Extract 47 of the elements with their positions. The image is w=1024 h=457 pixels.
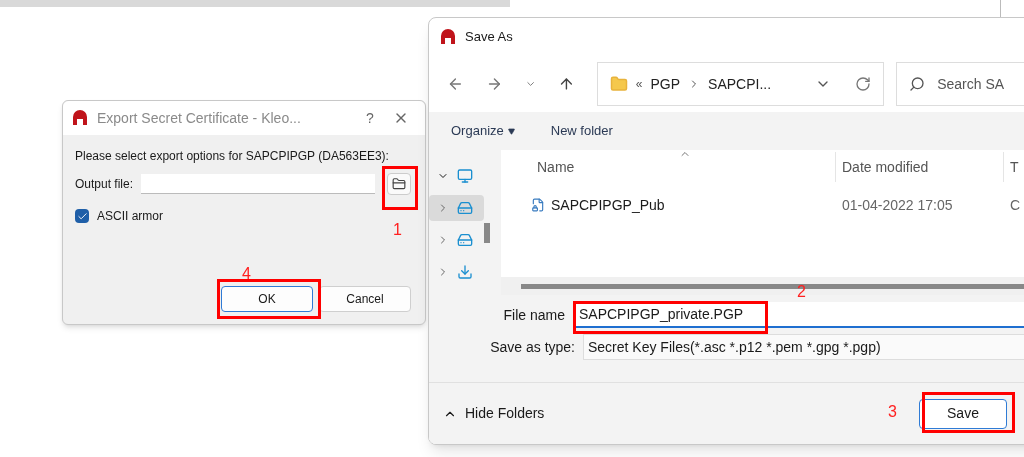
step-number: 1 [393,220,402,240]
save-type-dropdown[interactable]: Secret Key Files(*.asc *.p12 *.pem *.gpg *.pgp) [583,334,1024,360]
save-button[interactable]: Save [919,398,1007,429]
checkbox[interactable] [75,209,89,223]
address-bar[interactable]: « PGP SAPCPI... [596,62,885,106]
breadcrumb-overflow: « [635,76,643,93]
hide-folders-button[interactable]: Hide Folders [443,403,545,424]
check-icon [76,210,88,222]
refresh-icon[interactable] [855,76,872,92]
window-title: Export Secret Certificate - Kleo... [97,108,301,128]
app-logo-icon [71,109,89,127]
scrollbar-thumb[interactable] [484,223,490,243]
folder-icon [609,75,628,93]
step-number: 4 [242,264,251,284]
field-label: File name [502,305,566,325]
file-type: C [1009,195,1021,215]
file-date: 01-04-2022 17:05 [841,195,954,215]
toolbar-button[interactable]: Organize [451,121,515,141]
highlight-frame [382,166,418,210]
search-icon [909,76,926,92]
dialog-button[interactable]: OK [221,286,313,312]
app-logo-icon [439,28,457,46]
field-label: Output file: [75,176,134,193]
field-label: Save as type: [489,337,576,357]
checkbox-label: ASCII armor [97,208,163,225]
browse-button[interactable] [387,173,412,195]
breadcrumb-item[interactable]: PGP [650,73,681,95]
back-icon[interactable] [447,75,464,93]
step-number: 2 [797,282,806,302]
folder-icon [392,177,407,191]
toolbar-button[interactable]: New folder [550,121,613,141]
window-title: Save As [465,28,513,47]
column-header[interactable]: T [1004,152,1019,182]
dialog-button[interactable]: Cancel [319,286,411,312]
nav-tree-item[interactable] [429,195,484,221]
breadcrumb-item[interactable]: SAPCPI... [708,73,772,95]
file-icon [531,198,545,212]
output-file-field[interactable] [141,174,376,194]
dropdown-caret-icon [507,127,515,135]
column-header[interactable]: Date modified [836,152,1004,182]
column-header[interactable]: Name [501,152,836,182]
search-field[interactable]: Search SA [896,62,1024,106]
file-name[interactable]: SAPCPIPGP_Pub [551,194,665,216]
file-name-field[interactable]: SAPCPIPGP_private.PGP [573,302,1024,328]
prompt-text: Please select export options for SAPCPIPGP (DA563EE3): [75,148,390,165]
step-number: 3 [888,402,897,422]
help-button[interactable]: ? [355,107,385,129]
